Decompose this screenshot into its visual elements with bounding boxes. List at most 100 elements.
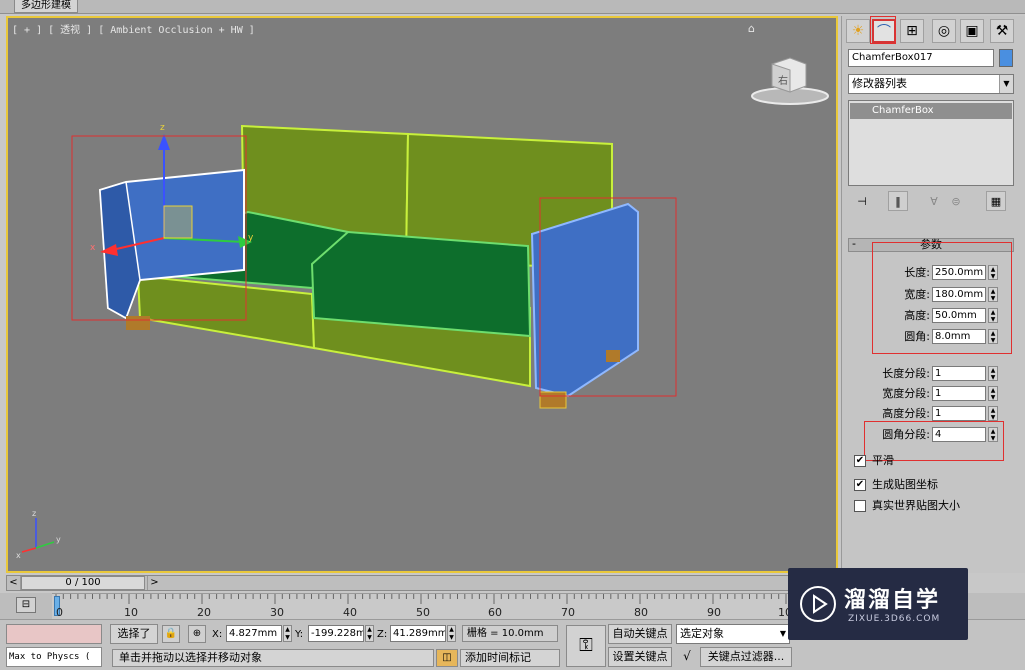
command-panel: ☀ ⌒ ⊞ ◎ ▣ ⚒ ChamferBox017 修改器列表 ▼ Chamfe… (841, 16, 1025, 573)
time-next-button[interactable]: > (147, 576, 161, 590)
tick-label-40: 40 (343, 606, 357, 619)
maxscript-listener-top[interactable] (6, 624, 102, 644)
seg-row-width: 宽度分段: 1 ▲ ▼ (848, 386, 1018, 402)
watermark-title: 溜溜自学 (844, 588, 941, 613)
real-world-label: 真实世界贴图大小 (872, 499, 960, 512)
make-unique-icon[interactable]: ∀ (924, 191, 944, 211)
tick-label-20: 20 (197, 606, 211, 619)
tick-label-30: 30 (270, 606, 284, 619)
maxscript-listener-bottom[interactable]: Max to Physcs ( (6, 647, 102, 667)
display-icon: ▣ (965, 23, 979, 39)
x-coord-spinner[interactable]: ▲ ▼ (283, 625, 292, 642)
real-world-checkbox[interactable] (854, 500, 866, 512)
time-slider-thumb[interactable]: 0 / 100 (21, 576, 145, 590)
auto-key-button[interactable]: 自动关键点 (608, 624, 672, 644)
create-tab[interactable]: ☀ (846, 19, 870, 43)
object-color-swatch[interactable] (999, 49, 1013, 67)
seat-cushion-right (310, 230, 532, 338)
key-selection-value: 选定对象 (680, 627, 724, 640)
modifier-list-dropdown[interactable]: 修改器列表 ▼ (848, 74, 1014, 94)
right-armrest (530, 202, 639, 398)
foot-left (126, 316, 150, 330)
seg-length-spinner[interactable]: ▲ ▼ (988, 366, 998, 381)
y-label: Y: (295, 629, 304, 640)
gizmo-y-label: y (248, 233, 254, 243)
real-world-checkbox-row[interactable]: 真实世界贴图大小 (854, 499, 1024, 515)
smooth-label: 平滑 (872, 454, 894, 467)
play-icon (800, 586, 836, 622)
time-tag-icon[interactable]: ◫ (436, 649, 458, 667)
foot-right (539, 391, 567, 409)
seg-height-input[interactable]: 1 (932, 406, 986, 421)
seg-length-label: 长度分段: (882, 367, 930, 380)
display-tab[interactable]: ▣ (960, 19, 984, 43)
seg-width-label: 宽度分段: (882, 387, 930, 400)
smooth-checkbox[interactable]: ✔ (854, 455, 866, 467)
top-strip: 多边形建模 (0, 0, 1025, 14)
utilities-tab[interactable]: ⚒ (990, 19, 1014, 43)
key-mode-curve-icon[interactable]: √ (676, 647, 698, 667)
hammer-icon: ⚒ (995, 23, 1009, 39)
tick-label-70: 70 (561, 606, 575, 619)
time-slider[interactable]: < 0 / 100 > (6, 575, 838, 591)
curve-editor-icon[interactable]: ⊟ (16, 597, 36, 613)
lock-icon[interactable]: 🔒 (162, 625, 180, 643)
seg-height-label: 高度分段: (882, 407, 930, 420)
tick-label-90: 90 (707, 606, 721, 619)
stack-toolbar: ⊣ ‖ ∀ ⊜ ▦ (848, 190, 1014, 212)
chevron-down-icon: ▼ (999, 75, 1013, 93)
scene-sofa[interactable]: z x y z x y (8, 18, 838, 573)
tick-label-80: 80 (634, 606, 648, 619)
smooth-checkbox-row[interactable]: ✔ 平滑 (854, 454, 1024, 470)
tripod-y-label: y (56, 535, 61, 544)
tick-label-60: 60 (488, 606, 502, 619)
time-prev-button[interactable]: < (7, 576, 21, 590)
tick-label-0: 0 (56, 606, 63, 619)
motion-icon: ◎ (937, 23, 951, 39)
seg-width-spinner[interactable]: ▲ ▼ (988, 386, 998, 401)
set-key-button[interactable]: 设置关键点 (608, 647, 672, 667)
show-end-result-icon[interactable]: ‖ (888, 191, 908, 211)
stack-item-chamferbox[interactable]: ChamferBox (850, 103, 1012, 119)
tripod-x-label: x (16, 551, 21, 560)
object-name-field[interactable]: ChamferBox017 (848, 49, 994, 67)
hierarchy-tab[interactable]: ⊞ (900, 19, 924, 43)
seg-width-input[interactable]: 1 (932, 386, 986, 401)
selection-status: 选择了 (110, 624, 158, 644)
motion-tab[interactable]: ◎ (932, 19, 956, 43)
configure-sets-icon[interactable]: ▦ (986, 191, 1006, 211)
gen-mapping-label: 生成贴图坐标 (872, 478, 938, 491)
pin-stack-icon[interactable]: ⊣ (852, 191, 872, 211)
gizmo-z-label: z (160, 123, 165, 133)
transform-mode-icon[interactable]: ⊕ (188, 625, 206, 643)
seg-row-length: 长度分段: 1 ▲ ▼ (848, 366, 1018, 382)
sun-icon: ☀ (851, 23, 865, 39)
tick-label-50: 50 (416, 606, 430, 619)
watermark-logo: 溜溜自学 ZIXUE.3D66.COM (788, 568, 968, 640)
z-coord-input[interactable]: 41.289mm (390, 625, 446, 642)
x-coord-input[interactable]: 4.827mm (226, 625, 282, 642)
set-key-icon[interactable]: ⚿ (566, 625, 606, 667)
hierarchy-icon: ⊞ (906, 23, 918, 39)
remove-modifier-icon[interactable]: ⊜ (946, 191, 966, 211)
y-coord-spinner[interactable]: ▲ ▼ (365, 625, 374, 642)
x-label: X: (212, 629, 223, 640)
seg-height-spinner[interactable]: ▲ ▼ (988, 406, 998, 421)
foot-right-back (606, 350, 620, 362)
modifier-stack[interactable]: ChamferBox (848, 100, 1014, 186)
key-filters-button[interactable]: 关键点过滤器... (700, 647, 792, 667)
grid-spacing: 栅格 = 10.0mm (462, 625, 558, 642)
gen-mapping-checkbox[interactable]: ✔ (854, 479, 866, 491)
y-coord-input[interactable]: -199.228m (308, 625, 364, 642)
seg-length-input[interactable]: 1 (932, 366, 986, 381)
key-selection-dropdown[interactable]: 选定对象 ▼ (676, 624, 790, 644)
gen-mapping-checkbox-row[interactable]: ✔ 生成贴图坐标 (854, 478, 1024, 494)
z-coord-spinner[interactable]: ▲ ▼ (447, 625, 456, 642)
rollout-collapse-icon[interactable]: - (852, 238, 856, 250)
track-ruler[interactable]: 0 10 20 30 40 50 60 70 80 90 10 (52, 593, 792, 619)
annotation-box-params (872, 242, 1012, 354)
tab-polygon-modeling[interactable]: 多边形建模 (14, 0, 78, 13)
perspective-viewport[interactable]: [ + ] [ 透视 ] [ Ambient Occlusion + HW ] … (6, 16, 838, 573)
add-time-tag-button[interactable]: 添加时间标记 (460, 649, 560, 667)
seg-row-height: 高度分段: 1 ▲ ▼ (848, 406, 1018, 422)
